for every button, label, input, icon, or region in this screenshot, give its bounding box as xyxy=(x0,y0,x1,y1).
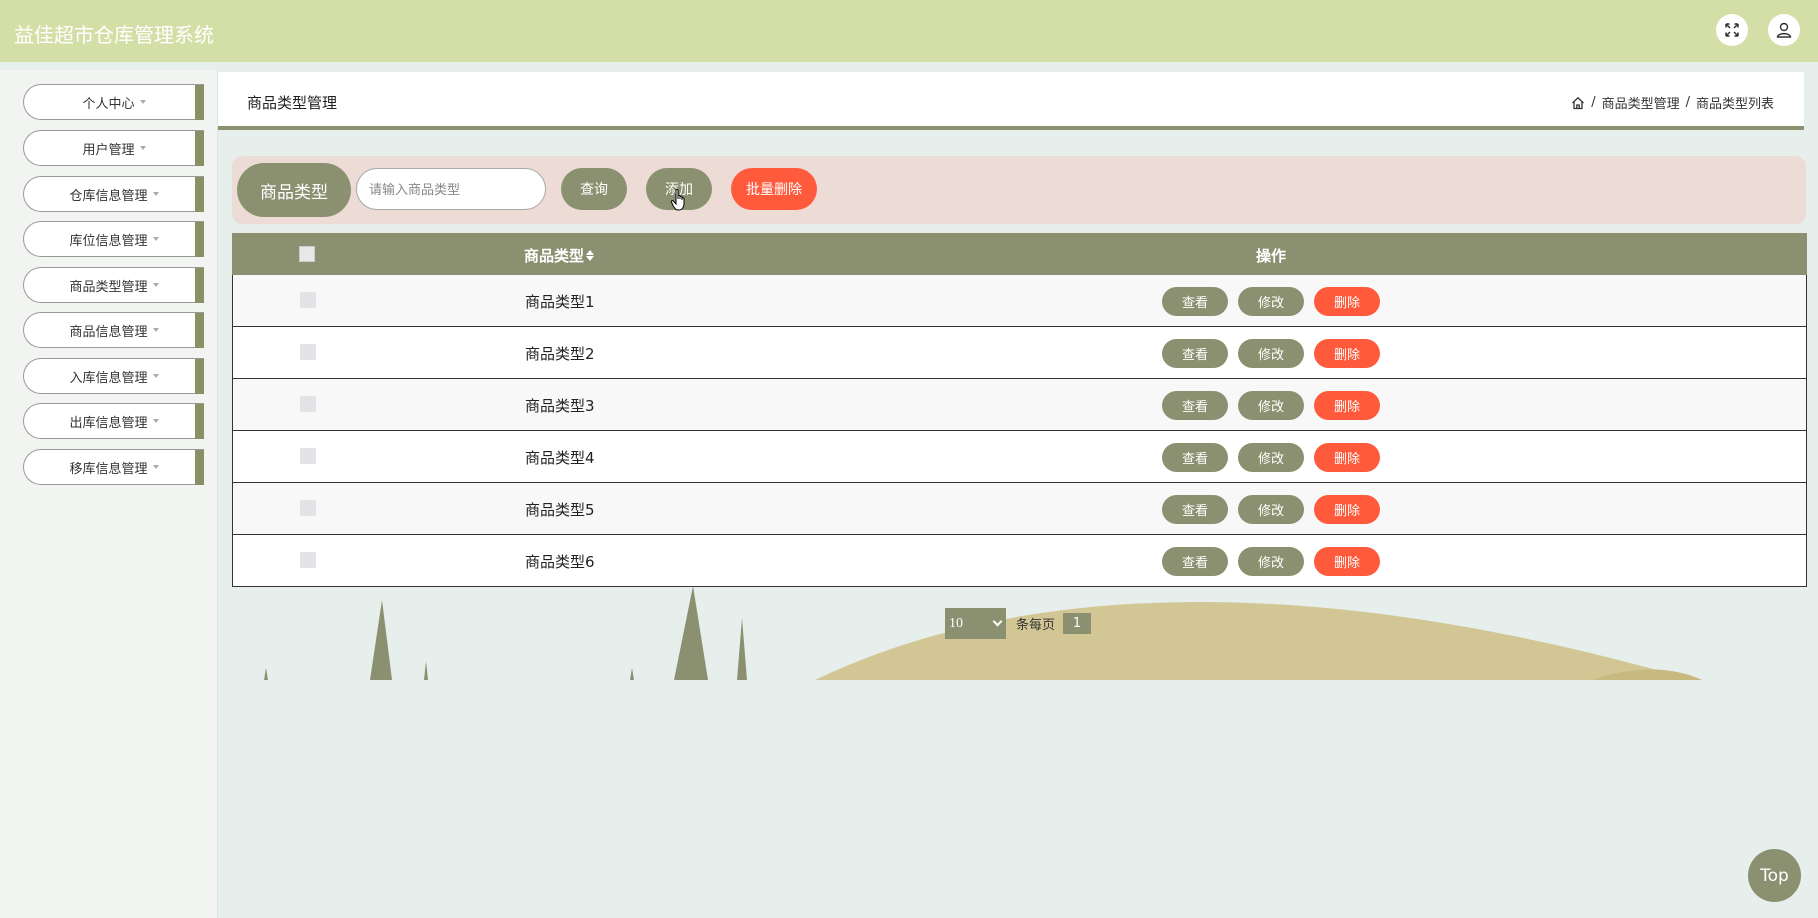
view-button[interactable]: 查看 xyxy=(1162,495,1228,524)
sidebar: 个人中心 用户管理 仓库信息管理 库位信息管理 商品类型管理 商品信息管理 入库… xyxy=(0,70,218,918)
sidebar-item-product-type[interactable]: 商品类型管理 xyxy=(23,267,204,303)
sidebar-item-label: 用户管理 xyxy=(82,142,135,158)
sidebar-item-user-management[interactable]: 用户管理 xyxy=(23,130,204,166)
fullscreen-icon xyxy=(1725,23,1739,37)
product-type-name: 商品类型2 xyxy=(525,345,595,363)
row-checkbox[interactable] xyxy=(300,448,316,464)
user-icon xyxy=(1776,22,1792,38)
sidebar-item-location-info[interactable]: 库位信息管理 xyxy=(23,221,204,257)
sidebar-item-personal-center[interactable]: 个人中心 xyxy=(23,84,204,120)
row-checkbox[interactable] xyxy=(300,396,316,412)
delete-button[interactable]: 删除 xyxy=(1314,443,1380,472)
caret-down-icon xyxy=(152,374,159,378)
breadcrumb-item-product-type[interactable]: 商品类型管理 xyxy=(1602,93,1680,112)
caret-down-icon xyxy=(152,237,159,241)
delete-button[interactable]: 删除 xyxy=(1314,287,1380,316)
caret-down-icon xyxy=(152,192,159,196)
column-header-actions: 操作 xyxy=(1256,247,1287,265)
product-type-name: 商品类型5 xyxy=(525,501,595,519)
product-type-table: 商品类型 操作 商品类型1 查看 修改 删除 商品类型2 查看 修改 删除 商品… xyxy=(232,233,1807,587)
chevron-down-icon xyxy=(992,616,1003,627)
search-panel: 商品类型 查询 添加 批量删除 xyxy=(232,156,1806,224)
page-number-current[interactable]: 1 xyxy=(1063,613,1092,634)
caret-down-icon xyxy=(152,328,159,332)
sidebar-item-transfer-info[interactable]: 移库信息管理 xyxy=(23,449,204,485)
sidebar-item-label: 商品类型管理 xyxy=(69,279,148,295)
edit-button[interactable]: 修改 xyxy=(1238,547,1304,576)
app-title: 益佳超市仓库管理系统 xyxy=(14,23,214,47)
view-button[interactable]: 查看 xyxy=(1162,547,1228,576)
sidebar-item-label: 移库信息管理 xyxy=(69,461,148,477)
sidebar-item-label: 商品信息管理 xyxy=(69,324,148,340)
per-page-label: 条每页 xyxy=(1016,618,1056,633)
table-row: 商品类型6 查看 修改 删除 xyxy=(232,535,1807,587)
table-header: 商品类型 操作 xyxy=(232,233,1807,275)
delete-button[interactable]: 删除 xyxy=(1314,495,1380,524)
breadcrumb-separator: / xyxy=(1685,95,1690,110)
hand-cursor-icon xyxy=(670,188,685,211)
view-button[interactable]: 查看 xyxy=(1162,391,1228,420)
home-icon[interactable] xyxy=(1571,96,1585,110)
page-size-select[interactable]: 10 xyxy=(945,608,1006,639)
sidebar-item-product-info[interactable]: 商品信息管理 xyxy=(23,312,204,348)
top-header: 益佳超市仓库管理系统 xyxy=(0,0,1818,62)
breadcrumb: / 商品类型管理 / 商品类型列表 xyxy=(1571,93,1774,112)
caret-down-icon xyxy=(139,146,146,150)
product-type-name: 商品类型3 xyxy=(525,397,595,415)
sidebar-item-label: 个人中心 xyxy=(82,96,135,112)
product-type-name: 商品类型6 xyxy=(525,553,595,571)
content-header: 商品类型管理 / 商品类型管理 / 商品类型列表 xyxy=(218,72,1804,130)
sidebar-item-label: 仓库信息管理 xyxy=(69,188,148,204)
caret-down-icon xyxy=(152,283,159,287)
edit-button[interactable]: 修改 xyxy=(1238,495,1304,524)
search-label: 商品类型 xyxy=(237,163,351,217)
view-button[interactable]: 查看 xyxy=(1162,287,1228,316)
batch-delete-button[interactable]: 批量删除 xyxy=(731,168,817,210)
sidebar-item-label: 库位信息管理 xyxy=(69,233,148,249)
sort-icon[interactable] xyxy=(586,250,595,261)
view-button[interactable]: 查看 xyxy=(1162,339,1228,368)
fullscreen-button[interactable] xyxy=(1716,14,1748,46)
select-all-checkbox[interactable] xyxy=(299,246,315,262)
caret-down-icon xyxy=(152,419,159,423)
product-type-search-input[interactable] xyxy=(356,168,546,210)
back-to-top-button[interactable]: Top xyxy=(1748,849,1801,902)
caret-down-icon xyxy=(152,465,159,469)
column-header-product-type[interactable]: 商品类型 xyxy=(524,245,595,266)
table-row: 商品类型1 查看 修改 删除 xyxy=(232,275,1807,327)
sidebar-item-label: 出库信息管理 xyxy=(69,415,148,431)
edit-button[interactable]: 修改 xyxy=(1238,443,1304,472)
table-row: 商品类型3 查看 修改 删除 xyxy=(232,379,1807,431)
row-checkbox[interactable] xyxy=(300,292,316,308)
sidebar-item-outbound-info[interactable]: 出库信息管理 xyxy=(23,403,204,439)
sidebar-item-inbound-info[interactable]: 入库信息管理 xyxy=(23,358,204,394)
sidebar-item-warehouse-info[interactable]: 仓库信息管理 xyxy=(23,176,204,212)
edit-button[interactable]: 修改 xyxy=(1238,391,1304,420)
view-button[interactable]: 查看 xyxy=(1162,443,1228,472)
caret-down-icon xyxy=(139,100,146,104)
user-button[interactable] xyxy=(1768,14,1800,46)
delete-button[interactable]: 删除 xyxy=(1314,339,1380,368)
delete-button[interactable]: 删除 xyxy=(1314,547,1380,576)
product-type-name: 商品类型4 xyxy=(525,449,595,467)
row-checkbox[interactable] xyxy=(300,552,316,568)
row-checkbox[interactable] xyxy=(300,344,316,360)
product-type-name: 商品类型1 xyxy=(525,293,595,311)
breadcrumb-separator: / xyxy=(1591,95,1596,110)
query-button[interactable]: 查询 xyxy=(561,168,627,210)
table-row: 商品类型5 查看 修改 删除 xyxy=(232,483,1807,535)
edit-button[interactable]: 修改 xyxy=(1238,339,1304,368)
page-title: 商品类型管理 xyxy=(247,94,338,112)
breadcrumb-item-list: 商品类型列表 xyxy=(1695,97,1774,112)
delete-button[interactable]: 删除 xyxy=(1314,391,1380,420)
edit-button[interactable]: 修改 xyxy=(1238,287,1304,316)
table-row: 商品类型4 查看 修改 删除 xyxy=(232,431,1807,483)
table-row: 商品类型2 查看 修改 删除 xyxy=(232,327,1807,379)
pagination: 10 条每页 1 xyxy=(945,608,1092,639)
sidebar-item-label: 入库信息管理 xyxy=(69,370,148,386)
row-checkbox[interactable] xyxy=(300,500,316,516)
